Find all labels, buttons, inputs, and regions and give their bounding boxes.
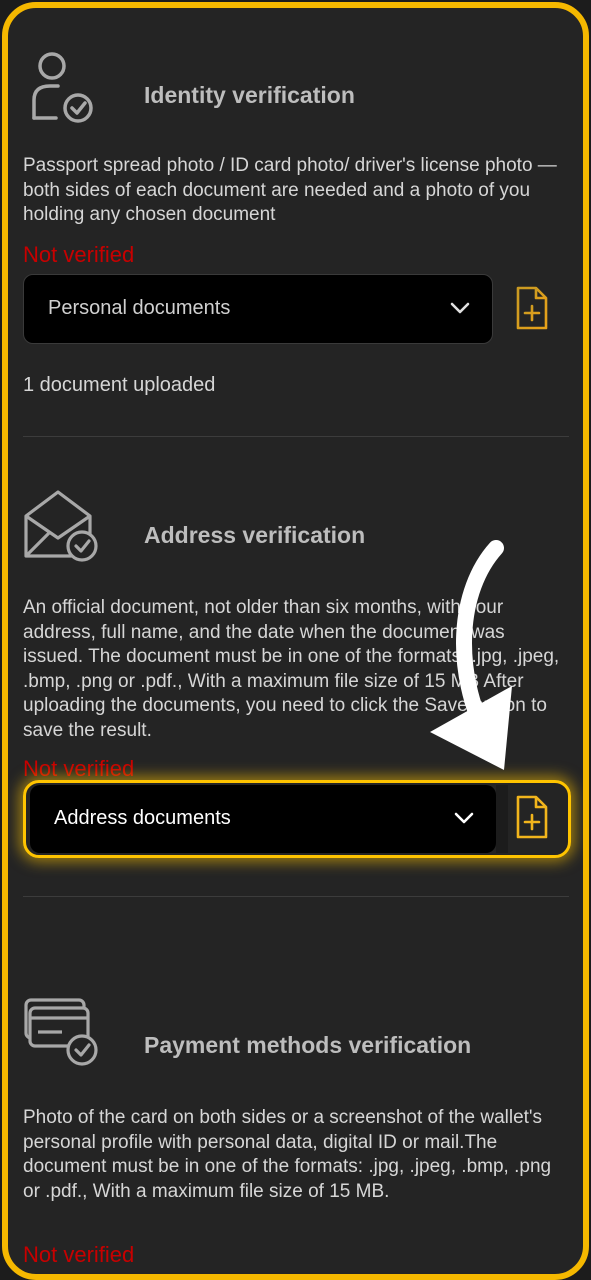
address-documents-select[interactable]: Address documents	[30, 785, 496, 853]
cards-check-icon	[24, 998, 98, 1066]
divider	[23, 436, 569, 437]
payment-status: Not verified	[23, 1242, 135, 1267]
envelope-check-icon	[24, 490, 98, 562]
identity-uploaded-count: 1 document uploaded	[23, 374, 216, 396]
payment-description: Photo of the card on both sides or a scr…	[23, 1107, 552, 1202]
divider	[23, 896, 569, 897]
payment-title: Payment methods verification	[144, 1032, 472, 1058]
add-file-icon[interactable]	[508, 783, 558, 853]
address-documents-highlight: Address documents	[23, 780, 571, 858]
personal-documents-select-value: Personal documents	[48, 297, 231, 319]
identity-status: Not verified	[23, 242, 135, 267]
address-documents-select-value: Address documents	[54, 807, 231, 829]
address-title: Address verification	[144, 522, 366, 548]
identity-title: Identity verification	[144, 82, 355, 108]
personal-documents-select[interactable]: Personal documents	[23, 274, 493, 344]
identity-description: Passport spread photo / ID card photo/ d…	[23, 155, 557, 225]
add-file-icon[interactable]	[508, 274, 558, 344]
phone-frame: Identity verification Passport spread ph…	[2, 2, 589, 1280]
address-status: Not verified	[23, 756, 135, 781]
chevron-down-icon	[454, 812, 474, 824]
person-check-icon	[32, 52, 93, 123]
chevron-down-icon	[450, 302, 470, 314]
separator	[496, 785, 508, 853]
pointer-arrow-icon	[430, 540, 512, 770]
